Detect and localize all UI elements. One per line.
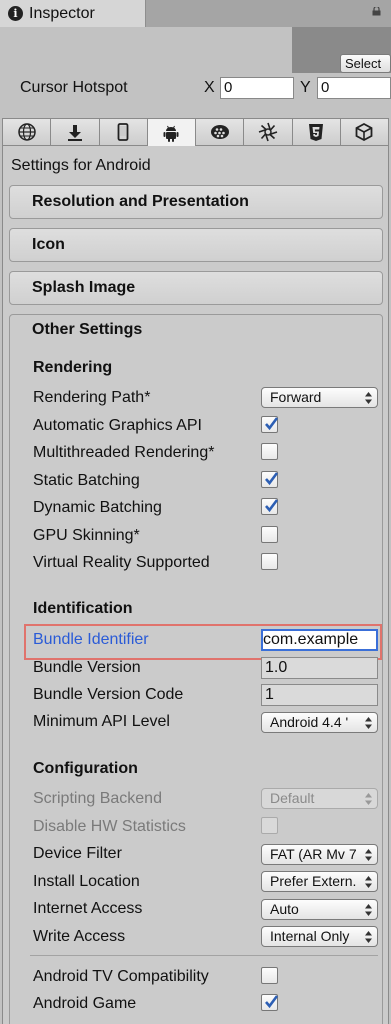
dropdown-arrows-icon (365, 793, 372, 805)
hotspot-y-label: Y (300, 79, 311, 96)
auto-graphics-api-label: Automatic Graphics API (33, 417, 202, 434)
download-icon (67, 125, 82, 141)
write-access-label: Write Access (33, 928, 126, 945)
dropdown-arrows-icon (365, 849, 372, 861)
scripting-backend-dropdown: Default (261, 788, 378, 809)
cursor-hotspot-label: Cursor Hotspot (20, 79, 128, 96)
install-location-value: Prefer Extern. (270, 873, 357, 889)
phone-icon (117, 123, 129, 141)
globe-icon (17, 123, 36, 141)
unity-cube-icon (355, 122, 373, 142)
tab-title: Inspector (29, 4, 95, 22)
vr-supported-label: Virtual Reality Supported (33, 554, 210, 571)
bundle-version-code-label: Bundle Version Code (33, 686, 184, 703)
install-location-dropdown[interactable]: Prefer Extern. (261, 871, 378, 892)
vr-supported-checkbox[interactable] (261, 553, 278, 570)
checkmark-icon (265, 417, 279, 431)
checkmark-icon (265, 995, 279, 1009)
configuration-heading: Configuration (33, 760, 138, 777)
tab-inspector[interactable]: i Inspector (0, 0, 146, 27)
tab-platform-other[interactable] (339, 118, 389, 146)
android-game-label: Android Game (33, 995, 137, 1012)
bundle-version-field[interactable]: 1.0 (261, 657, 378, 679)
dynamic-batching-label: Dynamic Batching (33, 499, 162, 516)
write-access-dropdown[interactable]: Internal Only (261, 926, 378, 947)
tab-platform-webgl[interactable] (291, 118, 340, 146)
gpu-skinning-checkbox[interactable] (261, 526, 278, 543)
lock-icon[interactable] (372, 7, 381, 16)
rendering-heading: Rendering (33, 359, 113, 376)
tab-platform-ios[interactable] (98, 118, 147, 146)
checkmark-icon (265, 499, 279, 513)
multithreaded-rendering-label: Multithreaded Rendering* (33, 444, 215, 461)
platform-tabs (2, 118, 389, 146)
disable-hw-statistics-label: Disable HW Statistics (33, 818, 186, 835)
dropdown-arrows-icon (365, 717, 372, 729)
install-location-label: Install Location (33, 873, 140, 890)
min-api-level-label: Minimum API Level (33, 713, 170, 730)
multithreaded-rendering-checkbox[interactable] (261, 443, 278, 460)
scripting-backend-value: Default (270, 790, 315, 806)
tab-platform-web[interactable] (2, 118, 51, 146)
dropdown-arrows-icon (365, 931, 372, 943)
bundle-version-code-field[interactable]: 1 (261, 684, 378, 706)
section-divider (30, 955, 378, 956)
other-settings-header[interactable]: Other Settings (32, 321, 142, 339)
scripting-backend-label: Scripting Backend (33, 790, 162, 807)
rendering-path-dropdown[interactable]: Forward (261, 387, 378, 408)
html5-icon (309, 124, 324, 141)
dropdown-arrows-icon (365, 392, 372, 404)
dropdown-arrows-icon (365, 876, 372, 888)
hotspot-x-label: X (204, 79, 215, 96)
select-button[interactable]: Select (340, 54, 391, 73)
min-api-level-value: Android 4.4 ' (270, 714, 349, 730)
internet-access-dropdown[interactable]: Auto (261, 899, 378, 920)
android-tv-compat-label: Android TV Compatibility (33, 968, 209, 985)
device-filter-value: FAT (AR Mv 7 (270, 846, 357, 862)
tab-platform-tizen[interactable] (243, 118, 292, 146)
disable-hw-statistics-checkbox (261, 817, 278, 834)
hotspot-y-field[interactable]: 0 (317, 77, 391, 99)
static-batching-checkbox[interactable] (261, 471, 279, 488)
inspector-window: i Inspector Select Cursor Hotspot X 0 Y … (0, 0, 391, 1024)
hotspot-x-field[interactable]: 0 (220, 77, 294, 99)
min-api-level-dropdown[interactable]: Android 4.4 ' (261, 712, 378, 733)
settings-title: Settings for Android (11, 157, 151, 174)
dropdown-arrows-icon (365, 904, 372, 916)
android-icon (163, 125, 179, 142)
bundle-identifier-field[interactable]: com.example (261, 629, 378, 651)
android-tv-compat-checkbox[interactable] (261, 967, 278, 984)
dynamic-batching-checkbox[interactable] (261, 498, 279, 515)
tab-platform-standalone[interactable] (50, 118, 99, 146)
rendering-path-value: Forward (270, 389, 322, 405)
identification-heading: Identification (33, 600, 133, 617)
tizen-icon (258, 122, 278, 142)
texture-header: Select Cursor Hotspot X 0 Y 0 (0, 27, 391, 116)
auto-graphics-api-checkbox[interactable] (261, 416, 279, 433)
blackberry-icon (210, 125, 229, 139)
section-resolution-presentation[interactable]: Resolution and Presentation (9, 185, 383, 219)
section-other-settings: Other Settings Rendering Rendering Path*… (9, 314, 383, 1024)
device-filter-dropdown[interactable]: FAT (AR Mv 7 (261, 844, 378, 865)
info-icon: i (8, 6, 23, 21)
rendering-path-label: Rendering Path* (33, 389, 151, 406)
tab-platform-android[interactable] (146, 118, 195, 146)
internet-access-label: Internet Access (33, 900, 143, 917)
write-access-value: Internal Only (270, 928, 350, 944)
tab-platform-blackberry[interactable] (195, 118, 244, 146)
tab-bar: i Inspector (0, 0, 391, 28)
gpu-skinning-label: GPU Skinning* (33, 527, 140, 544)
bundle-version-label: Bundle Version (33, 659, 141, 676)
section-splash-image[interactable]: Splash Image (9, 271, 383, 305)
internet-access-value: Auto (270, 901, 299, 917)
section-icon[interactable]: Icon (9, 228, 383, 262)
bundle-identifier-label: Bundle Identifier (33, 631, 149, 648)
checkmark-icon (265, 472, 279, 486)
device-filter-label: Device Filter (33, 845, 122, 862)
static-batching-label: Static Batching (33, 472, 140, 489)
android-game-checkbox[interactable] (261, 994, 279, 1011)
settings-panel: Settings for Android Resolution and Pres… (2, 146, 389, 1024)
